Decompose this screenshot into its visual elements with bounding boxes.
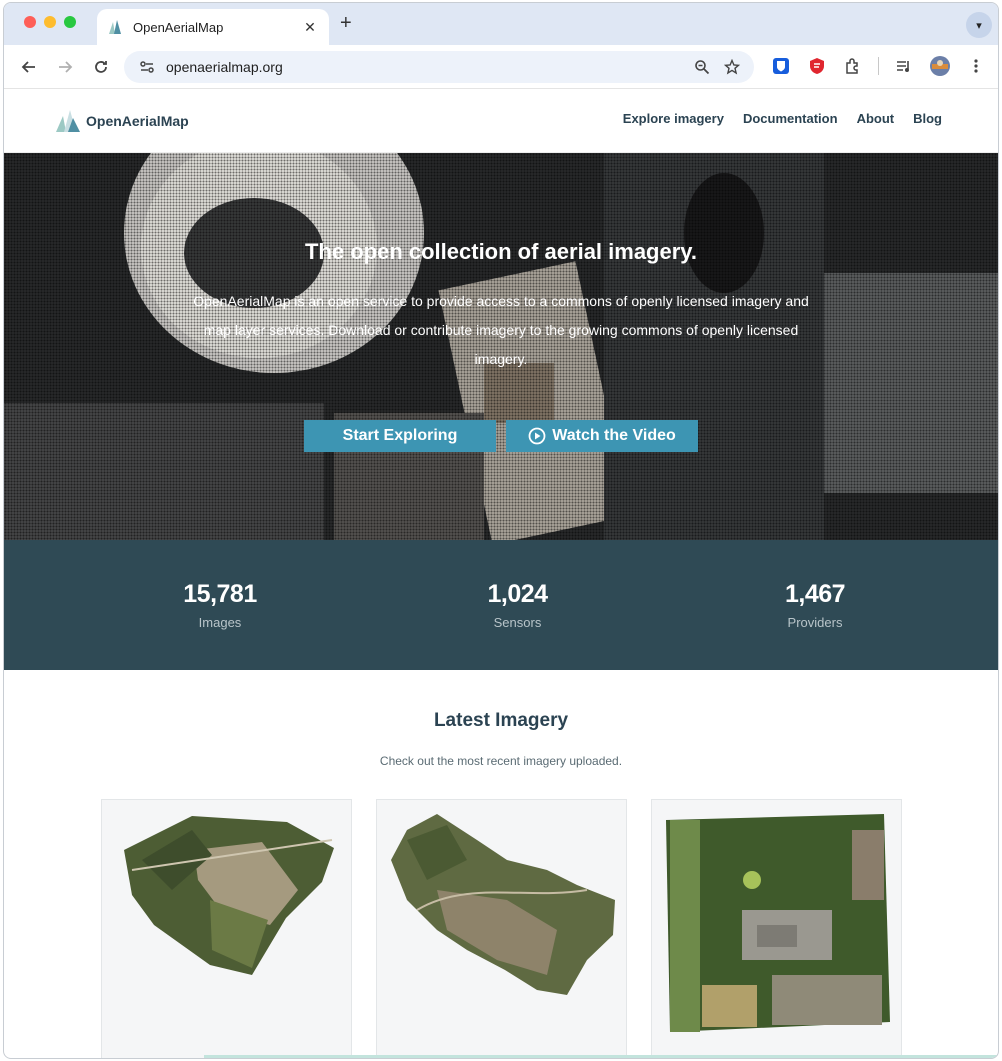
close-window-button[interactable] xyxy=(24,16,36,28)
shield-icon[interactable] xyxy=(806,55,828,77)
stat-images: 15,781 Images xyxy=(180,540,260,670)
watch-video-label: Watch the Video xyxy=(552,427,676,444)
nav-documentation[interactable]: Documentation xyxy=(743,111,838,126)
url-text: openaerialmap.org xyxy=(166,59,283,75)
avatar[interactable] xyxy=(929,55,951,77)
hero-content: The open collection of aerial imagery. O… xyxy=(4,239,998,452)
tab-close-icon[interactable]: ✕ xyxy=(301,19,319,36)
imagery-thumbnail xyxy=(390,814,615,995)
oam-logo-icon xyxy=(56,109,80,132)
address-bar[interactable]: openaerialmap.org xyxy=(124,51,754,83)
site-header: OpenAerialMap Explore imagery Documentat… xyxy=(4,89,998,153)
extensions-icon[interactable] xyxy=(842,55,864,77)
bottom-strip xyxy=(204,1055,998,1058)
latest-imagery-subtitle: Check out the most recent imagery upload… xyxy=(379,754,623,768)
media-icon[interactable] xyxy=(893,55,915,77)
stat-sensors: 1,024 Sensors xyxy=(478,540,558,670)
arrow-left-icon xyxy=(21,60,35,73)
hero-title: The open collection of aerial imagery. xyxy=(304,239,698,264)
hero-buttons: Start Exploring Watch the Video xyxy=(4,420,998,452)
stat-images-value: 15,781 xyxy=(183,580,257,608)
forward-button[interactable] xyxy=(50,52,80,82)
reload-button[interactable] xyxy=(86,52,116,82)
browser-window: OpenAerialMap ✕ + ▾ openaerialmap.org Op… xyxy=(3,2,999,1059)
back-button[interactable] xyxy=(14,52,44,82)
toolbar-divider xyxy=(878,57,879,75)
site-settings-icon[interactable] xyxy=(138,58,156,76)
minimize-window-button[interactable] xyxy=(44,16,56,28)
tab-strip: OpenAerialMap ✕ + ▾ xyxy=(4,3,998,45)
stat-images-label: Images xyxy=(198,615,242,630)
new-tab-button[interactable]: + xyxy=(340,12,352,35)
menu-icon[interactable] xyxy=(965,55,987,77)
main-nav: Explore imagery Documentation About Blog xyxy=(623,111,942,126)
start-exploring-button[interactable]: Start Exploring xyxy=(304,420,496,452)
stat-providers: 1,467 Providers xyxy=(775,540,855,670)
stat-sensors-label: Sensors xyxy=(493,615,542,630)
oam-favicon-icon xyxy=(109,20,121,34)
arrow-right-icon xyxy=(59,60,73,73)
tab-search-button[interactable]: ▾ xyxy=(966,12,992,38)
stat-providers-label: Providers xyxy=(787,615,843,630)
hero-section: The open collection of aerial imagery. O… xyxy=(4,153,998,540)
reload-icon xyxy=(95,60,107,73)
site-logo[interactable]: OpenAerialMap xyxy=(54,108,189,134)
latest-imagery-title: Latest Imagery xyxy=(433,710,569,731)
tab-title: OpenAerialMap xyxy=(133,19,224,35)
watch-video-button[interactable]: Watch the Video xyxy=(506,420,698,452)
bitwarden-icon[interactable] xyxy=(770,55,792,77)
logo-text: OpenAerialMap xyxy=(86,112,189,129)
latest-imagery-section: Latest Imagery Check out the most recent… xyxy=(4,670,998,1058)
maximize-window-button[interactable] xyxy=(64,16,76,28)
nav-about[interactable]: About xyxy=(857,111,895,126)
start-exploring-label: Start Exploring xyxy=(342,427,458,444)
browser-tab[interactable]: OpenAerialMap ✕ xyxy=(97,9,329,45)
imagery-card[interactable] xyxy=(375,799,627,1058)
extensions-area xyxy=(770,55,987,77)
browser-toolbar: openaerialmap.org xyxy=(4,45,998,89)
stat-sensors-value: 1,024 xyxy=(487,580,548,608)
play-circle-icon xyxy=(528,427,546,445)
zoom-icon[interactable] xyxy=(694,59,710,75)
imagery-card[interactable] xyxy=(100,799,352,1058)
stats-section: 15,781 Images 1,024 Sensors 1,467 Provid… xyxy=(4,540,998,670)
window-controls xyxy=(24,16,76,28)
star-icon[interactable] xyxy=(724,59,740,75)
hero-description: OpenAerialMap is an open service to prov… xyxy=(193,293,809,367)
stat-providers-value: 1,467 xyxy=(784,580,846,608)
imagery-thumbnail xyxy=(123,816,334,975)
imagery-card[interactable] xyxy=(650,799,902,1058)
imagery-cards xyxy=(4,799,998,1058)
imagery-thumbnail xyxy=(665,814,890,1032)
nav-blog[interactable]: Blog xyxy=(913,111,942,126)
nav-explore-imagery[interactable]: Explore imagery xyxy=(623,111,724,126)
chevron-down-icon: ▾ xyxy=(976,19,982,32)
